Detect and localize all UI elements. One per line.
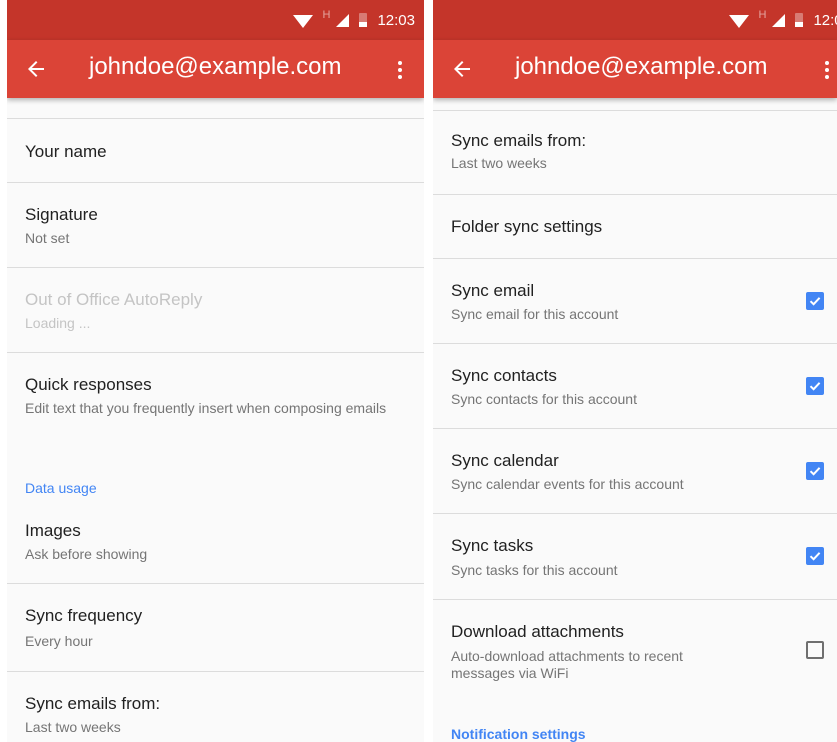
setting-your-name[interactable]: Your name: [7, 119, 424, 183]
setting-summary: Auto-download attachments to recent mess…: [451, 648, 683, 681]
setting-title: Out of Office AutoReply: [25, 290, 203, 309]
setting-out-of-office: Out of Office AutoReply Loading ...: [7, 268, 424, 353]
setting-sync-tasks[interactable]: Sync tasks Sync tasks for this account: [433, 514, 837, 600]
setting-sync-emails-from[interactable]: Sync emails from: Last two weeks: [433, 111, 837, 195]
status-time: 12:03: [377, 11, 415, 29]
section-header-notification-settings: Notification settings: [451, 726, 586, 742]
setting-title: Download attachments: [451, 622, 624, 641]
settings-screen-right: H 12:04 johndoe@example.com Sync emails …: [433, 0, 837, 742]
arrow-back-icon[interactable]: [450, 57, 474, 81]
setting-summary: Sync calendar events for this account: [451, 476, 684, 492]
account-title: johndoe@example.com: [515, 53, 768, 80]
setting-title: Signature: [25, 205, 98, 224]
app-bar: johndoe@example.com: [433, 40, 837, 98]
checkbox-checked-icon[interactable]: [806, 292, 824, 310]
status-bar: H 12:04: [433, 0, 837, 40]
setting-sync-calendar[interactable]: Sync calendar Sync calendar events for t…: [433, 429, 837, 514]
setting-title: Sync emails from:: [451, 131, 587, 150]
checkbox-checked-icon[interactable]: [806, 547, 824, 565]
setting-title: Folder sync settings: [451, 217, 603, 236]
setting-title: Sync emails from:: [25, 694, 161, 713]
setting-sync-frequency[interactable]: Sync frequency Every hour: [7, 584, 424, 672]
arrow-back-icon[interactable]: [24, 57, 48, 81]
setting-summary: Not set: [25, 230, 70, 246]
setting-summary: Sync contacts for this account: [451, 391, 637, 407]
setting-sync-emails-from[interactable]: Sync emails from: Last two weeks: [7, 672, 424, 742]
battery-icon: [359, 13, 368, 27]
settings-list: Sync emails from: Last two weeks Folder …: [433, 98, 837, 742]
setting-title: Sync tasks: [451, 536, 534, 555]
setting-title: Your name: [25, 142, 107, 161]
setting-title: Sync frequency: [25, 606, 143, 625]
setting-summary: Ask before showing: [25, 546, 148, 562]
setting-summary: Edit text that you frequently insert whe…: [25, 400, 387, 416]
setting-summary: Sync tasks for this account: [451, 562, 618, 578]
settings-screen-left: H 12:03 johndoe@example.com Your name Si…: [7, 0, 424, 742]
setting-title: Sync calendar: [451, 451, 559, 470]
checkbox-unchecked-icon[interactable]: [806, 641, 824, 659]
setting-title: Images: [25, 521, 81, 540]
account-title: johndoe@example.com: [89, 53, 342, 80]
status-bar: H 12:03: [7, 0, 424, 40]
setting-summary: Sync email for this account: [451, 306, 619, 322]
more-vert-icon[interactable]: [815, 58, 837, 82]
setting-summary: Every hour: [25, 633, 93, 649]
network-type: H: [758, 9, 767, 21]
setting-title: Sync contacts: [451, 366, 557, 385]
battery-icon: [795, 13, 804, 27]
setting-summary: Last two weeks: [25, 719, 121, 735]
setting-sync-contacts[interactable]: Sync contacts Sync contacts for this acc…: [433, 344, 837, 429]
cell-signal-icon: [772, 13, 786, 27]
setting-folder-sync[interactable]: Folder sync settings: [433, 195, 837, 259]
setting-title: Sync email: [451, 281, 535, 300]
setting-sync-email[interactable]: Sync email Sync email for this account: [433, 259, 837, 344]
checkbox-checked-icon[interactable]: [806, 377, 824, 395]
setting-quick-responses[interactable]: Quick responses Edit text that you frequ…: [7, 353, 424, 453]
setting-download-attachments[interactable]: Download attachments Auto-download attac…: [433, 600, 837, 710]
cell-signal-icon: [336, 13, 350, 27]
network-type: H: [322, 9, 331, 21]
settings-list: Your name Signature Not set Out of Offic…: [7, 98, 424, 742]
section-header-data-usage: Data usage: [25, 480, 97, 496]
app-bar: johndoe@example.com: [7, 40, 424, 98]
setting-signature[interactable]: Signature Not set: [7, 183, 424, 268]
status-time: 12:04: [813, 11, 837, 29]
wifi-icon: [728, 14, 749, 28]
setting-title: Quick responses: [25, 375, 152, 394]
more-vert-icon[interactable]: [388, 58, 412, 82]
setting-summary: Loading ...: [25, 315, 91, 331]
setting-images[interactable]: Images Ask before showing: [7, 506, 424, 584]
checkbox-checked-icon[interactable]: [806, 462, 824, 480]
setting-summary: Last two weeks: [451, 155, 547, 171]
wifi-icon: [292, 14, 313, 28]
